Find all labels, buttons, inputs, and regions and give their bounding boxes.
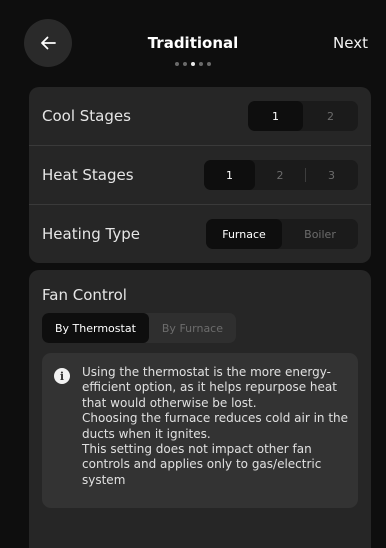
cool-stages-label: Cool Stages — [42, 107, 131, 125]
heat-stages-row: Heat Stages 1 2 3 — [29, 146, 371, 204]
heating-type-furnace[interactable]: Furnace — [206, 219, 282, 249]
fan-control-title: Fan Control — [42, 286, 127, 304]
heating-type-boiler[interactable]: Boiler — [282, 219, 358, 249]
page-title: Traditional — [147, 34, 239, 52]
step-indicator — [0, 62, 386, 66]
info-icon: i — [54, 368, 70, 384]
heating-type-label: Heating Type — [42, 225, 140, 243]
step-dot — [175, 62, 179, 66]
fan-control-selector: By Thermostat By Furnace — [42, 313, 236, 343]
cool-stage-option-2[interactable]: 2 — [303, 101, 358, 131]
info-line: Choosing the furnace reduces cold air in… — [82, 411, 349, 441]
cool-stages-selector: 1 2 — [248, 101, 358, 131]
next-button[interactable]: Next — [333, 34, 368, 52]
header: Traditional Next — [0, 0, 386, 86]
heat-stage-option-3[interactable]: 3 — [306, 160, 357, 190]
heat-stage-option-2[interactable]: 2 — [255, 160, 305, 190]
info-text: Using the thermostat is the more energy-… — [82, 365, 350, 488]
step-dot — [199, 62, 203, 66]
fan-control-card: Fan Control By Thermostat By Furnace i U… — [29, 270, 371, 548]
heating-type-selector: Furnace Boiler — [206, 219, 358, 249]
fan-option-by-thermostat[interactable]: By Thermostat — [42, 313, 149, 343]
heat-stages-label: Heat Stages — [42, 166, 134, 184]
heating-type-row: Heating Type Furnace Boiler — [29, 205, 371, 263]
cool-stages-row: Cool Stages 1 2 — [29, 87, 371, 145]
info-line: This setting does not impact other fan c… — [82, 442, 322, 487]
info-line: Using the thermostat is the more energy-… — [82, 365, 337, 410]
fan-option-by-furnace[interactable]: By Furnace — [149, 313, 236, 343]
step-dot-active — [191, 62, 195, 66]
heat-stages-selector: 1 2 3 — [204, 160, 358, 190]
step-dot — [207, 62, 211, 66]
heat-stage-option-1[interactable]: 1 — [204, 160, 255, 190]
stages-card: Cool Stages 1 2 Heat Stages 1 2 3 Heatin… — [29, 87, 371, 263]
fan-control-info-box: i Using the thermostat is the more energ… — [42, 353, 358, 508]
step-dot — [183, 62, 187, 66]
cool-stage-option-1[interactable]: 1 — [248, 101, 303, 131]
